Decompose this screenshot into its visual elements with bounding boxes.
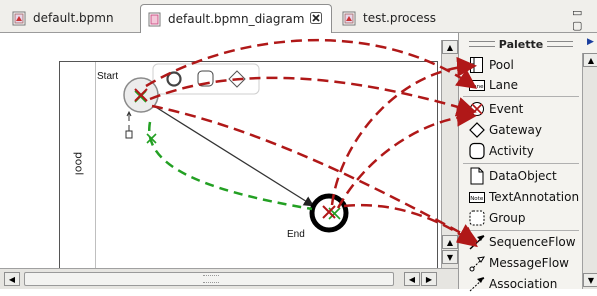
palette-item-sequence-flow[interactable]: SequenceFlow: [469, 232, 576, 252]
lane-icon: Lane: [469, 76, 485, 94]
palette-item-label: Event: [489, 102, 524, 116]
pool-icon: P: [469, 56, 485, 74]
diagram-editor[interactable]: pool: [0, 33, 458, 289]
scroll-left-button[interactable]: ◀: [4, 272, 20, 286]
pool-shape[interactable]: pool: [59, 61, 438, 276]
palette-item-text-annotation[interactable]: Note TextAnnotation: [469, 187, 579, 207]
palette-item-label: DataObject: [489, 169, 557, 183]
palette-item-association[interactable]: Association: [469, 274, 557, 294]
gateway-icon: [469, 121, 485, 139]
palette-item-label: MessageFlow: [489, 256, 569, 270]
svg-text:P: P: [471, 63, 474, 69]
pool-label: pool: [72, 151, 86, 176]
palette-divider: [463, 96, 579, 97]
scroll-right-button[interactable]: ▶: [421, 272, 437, 286]
scroll-up-button-lower[interactable]: ▲: [442, 235, 458, 249]
editor-vertical-scrollbar[interactable]: ▲ ▲ ▼: [441, 40, 458, 275]
palette-item-label: Pool: [489, 58, 514, 72]
scroll-down-button[interactable]: ▼: [442, 250, 458, 264]
palette-item-data-object[interactable]: DataObject: [469, 166, 557, 186]
palette-item-label: TextAnnotation: [489, 190, 580, 204]
palette-divider: [463, 230, 579, 231]
text-annotation-icon: Note: [469, 188, 485, 206]
palette-item-message-flow[interactable]: MessageFlow: [469, 253, 569, 273]
tab-label: test.process: [363, 11, 436, 25]
editor-horizontal-scrollbar[interactable]: ◀ ◀ ▶: [0, 268, 458, 289]
grip-icon: [203, 275, 219, 283]
palette-item-label: Gateway: [489, 123, 543, 137]
palette-collapse-icon[interactable]: ▶: [587, 37, 594, 47]
horizontal-scroll-thumb[interactable]: [24, 272, 394, 286]
palette-item-label: Activity: [489, 144, 534, 158]
scroll-up-button[interactable]: ▲: [442, 40, 458, 54]
palette-title[interactable]: Palette: [465, 37, 577, 51]
message-flow-icon: [469, 254, 485, 272]
activity-icon: [469, 142, 485, 160]
svg-text:Lane: Lane: [470, 84, 484, 90]
palette-item-gateway[interactable]: Gateway: [469, 120, 542, 140]
palette-item-event[interactable]: Event: [469, 99, 523, 119]
view-controls[interactable]: ▭ ▢: [572, 6, 597, 32]
data-object-icon: [469, 167, 485, 185]
palette-scroll-up-button[interactable]: ▲: [583, 53, 597, 67]
tab-label: default.bpmn_diagram: [168, 12, 305, 26]
bpmn-diagram-file-icon: [147, 12, 162, 27]
palette-panel: Palette ▶ P Pool Lane Lane Event Gateway…: [458, 33, 597, 292]
palette-item-label: Group: [489, 211, 526, 225]
palette-divider: [463, 163, 579, 164]
palette-item-label: SequenceFlow: [489, 235, 576, 249]
palette-item-lane[interactable]: Lane Lane: [469, 75, 518, 95]
process-file-icon: [342, 11, 357, 26]
palette-item-activity[interactable]: Activity: [469, 141, 534, 161]
scroll-left-button-right[interactable]: ◀: [404, 272, 420, 286]
association-icon: [469, 275, 485, 293]
editor-tab-bar: default.bpmn default.bpmn_diagram test.p…: [0, 0, 597, 33]
sequence-flow-icon: [469, 233, 485, 251]
svg-text:Note: Note: [470, 196, 484, 202]
palette-scrollbar[interactable]: ▲ ▼: [582, 53, 597, 289]
palette-item-label: Lane: [489, 78, 519, 92]
tab-default-bpmn[interactable]: default.bpmn: [6, 4, 114, 32]
event-icon: [469, 100, 485, 118]
tab-label: default.bpmn: [33, 11, 114, 25]
palette-item-pool[interactable]: P Pool: [469, 55, 514, 75]
group-icon: [469, 209, 485, 227]
bpmn-file-icon: [12, 11, 27, 26]
pool-header[interactable]: pool: [60, 62, 96, 275]
close-icon[interactable]: [310, 11, 323, 27]
palette-scroll-down-button[interactable]: ▼: [583, 273, 597, 287]
tab-default-bpmn-diagram[interactable]: default.bpmn_diagram: [140, 4, 332, 33]
tab-test-process[interactable]: test.process: [336, 4, 436, 32]
palette-item-group[interactable]: Group: [469, 208, 526, 228]
